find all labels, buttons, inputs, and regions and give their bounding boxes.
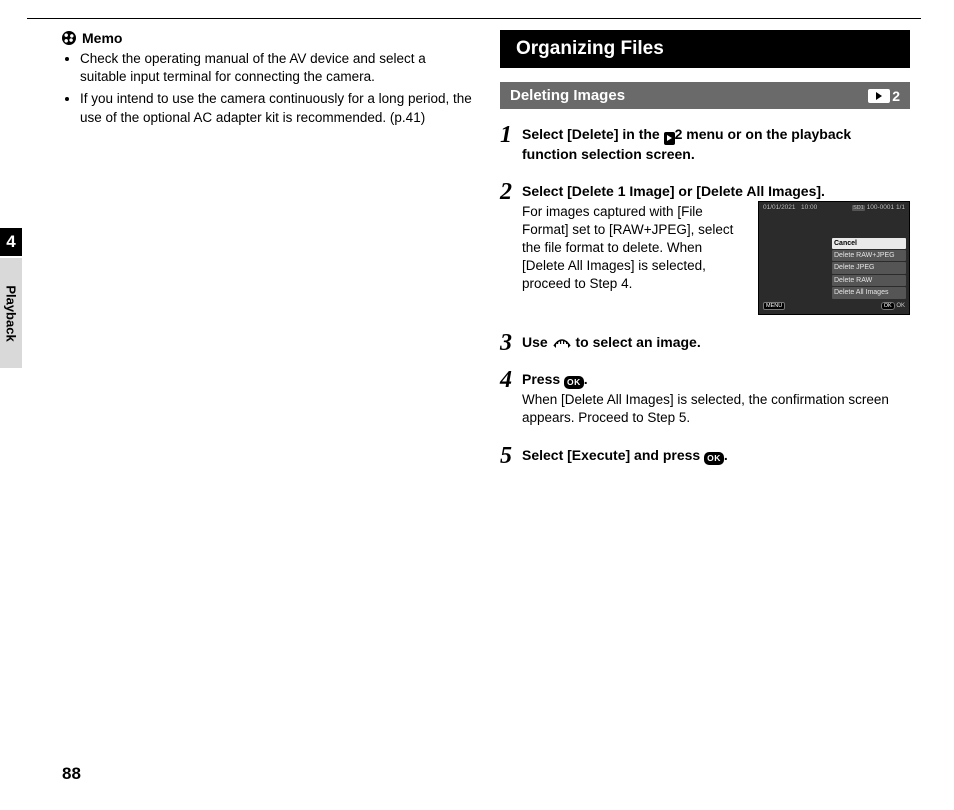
step-2: Select [Delete 1 Image] or [Delete All I…	[500, 182, 910, 315]
lcd-menu-item: Delete RAW+JPEG	[832, 250, 906, 261]
lcd-preview: 01/01/2021 10:00 SD1 100-0001 1/1 Cancel…	[758, 201, 910, 315]
lcd-ok-pill: OK	[881, 302, 895, 310]
step-1-text-a: Select [Delete] in the	[522, 126, 664, 142]
step-5: Select [Execute] and press OK.	[500, 446, 910, 465]
step-2-lead: Select [Delete 1 Image] or [Delete All I…	[522, 182, 910, 201]
memo-heading-text: Memo	[82, 30, 122, 46]
page-number: 88	[62, 764, 81, 784]
step-4: Press OK. When [Delete All Images] is se…	[500, 370, 910, 428]
ok-icon: OK	[564, 376, 584, 389]
subsection-badge: 2	[868, 88, 900, 104]
ok-icon: OK	[704, 452, 724, 465]
step-3-text-b: to select an image.	[572, 334, 701, 350]
step-3-text-a: Use	[522, 334, 552, 350]
lcd-menu-item: Delete JPEG	[832, 262, 906, 273]
lcd-file-id: 100-0001	[867, 204, 894, 211]
memo-item: Check the operating manual of the AV dev…	[80, 50, 472, 86]
memo-heading: Memo	[62, 30, 472, 46]
memo-item: If you intend to use the camera continuo…	[80, 90, 472, 126]
lcd-time: 10:00	[801, 204, 817, 211]
step-2-body: For images captured with [File Format] s…	[522, 203, 748, 294]
subsection-bar: Deleting Images 2	[500, 82, 910, 109]
lcd-date: 01/01/2021	[763, 204, 796, 211]
lcd-ok-hint: OK	[896, 303, 905, 309]
page-top-rule	[27, 18, 921, 19]
section-title: Organizing Files	[500, 30, 910, 68]
step-3: Use to select an image.	[500, 333, 910, 352]
lcd-menu: Cancel Delete RAW+JPEG Delete JPEG Delet…	[832, 238, 906, 299]
playback-icon	[664, 132, 675, 145]
right-column: Organizing Files Deleting Images 2 Selec…	[500, 30, 910, 483]
step-5-text-b: .	[724, 447, 728, 463]
step-list: Select [Delete] in the 2 menu or on the …	[500, 125, 910, 465]
left-column: Memo Check the operating manual of the A…	[62, 30, 472, 131]
lcd-count: 1/1	[896, 204, 905, 211]
memo-list: Check the operating manual of the AV dev…	[62, 50, 472, 127]
playback-icon	[868, 89, 890, 103]
lcd-menu-item: Cancel	[832, 238, 906, 249]
side-label: Playback	[0, 258, 22, 368]
step-1: Select [Delete] in the 2 menu or on the …	[500, 125, 910, 164]
side-label-text: Playback	[4, 285, 19, 341]
subsection-badge-number: 2	[892, 88, 900, 104]
subsection-title: Deleting Images	[510, 87, 625, 104]
chapter-tab: 4	[0, 228, 22, 256]
lcd-menu-item: Delete RAW	[832, 275, 906, 286]
step-4-text-b: .	[584, 371, 588, 387]
step-5-text-a: Select [Execute] and press	[522, 447, 704, 463]
dial-icon	[552, 336, 572, 350]
memo-icon	[62, 31, 76, 45]
step-4-body: When [Delete All Images] is selected, th…	[522, 391, 910, 427]
lcd-menu-item: Delete All Images	[832, 287, 906, 298]
lcd-sd-badge: SD1	[852, 205, 865, 211]
lcd-menu-pill: MENU	[763, 302, 785, 310]
step-4-text-a: Press	[522, 371, 564, 387]
